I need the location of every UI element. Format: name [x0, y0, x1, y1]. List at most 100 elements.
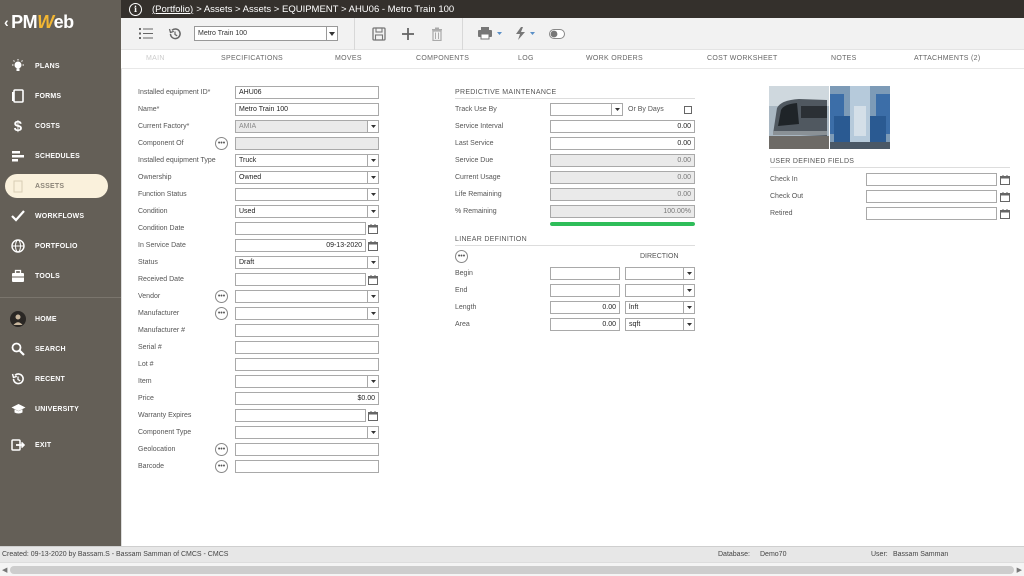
- nav-home[interactable]: HOME: [0, 304, 121, 334]
- nav-tools[interactable]: TOOLS: [0, 261, 121, 291]
- vendor-lookup-button[interactable]: •••: [215, 290, 228, 303]
- record-select[interactable]: Metro Train 100: [194, 26, 338, 41]
- section-divider: [770, 167, 1010, 168]
- manufacturer-no-field[interactable]: [235, 324, 379, 337]
- warranty-expires-field[interactable]: [235, 409, 366, 422]
- history-icon[interactable]: [165, 24, 185, 44]
- breadcrumb-portfolio-link[interactable]: (Portfolio): [152, 4, 193, 15]
- nav-search[interactable]: SEARCH: [0, 334, 121, 364]
- installed-id-field[interactable]: AHU06: [235, 86, 379, 99]
- nav-forms[interactable]: FORMS: [0, 81, 121, 111]
- condition-select[interactable]: Used: [235, 205, 379, 218]
- chevron-down-icon: [367, 376, 378, 387]
- toggle-icon[interactable]: [547, 24, 567, 44]
- received-date-field[interactable]: [235, 273, 366, 286]
- scrollbar-thumb[interactable]: [10, 566, 1014, 574]
- attachment-thumbnail-train-exterior[interactable]: [769, 86, 829, 149]
- component-of-field[interactable]: [235, 137, 379, 150]
- name-field[interactable]: Metro Train 100: [235, 103, 379, 116]
- barcode-field[interactable]: [235, 460, 379, 473]
- tab-moves[interactable]: MOVES: [335, 55, 362, 62]
- equipment-type-select[interactable]: Truck: [235, 154, 379, 167]
- user-label: User:: [871, 551, 888, 558]
- begin-field[interactable]: [550, 267, 620, 280]
- component-of-lookup-button[interactable]: •••: [215, 137, 228, 150]
- track-use-by-label: Track Use By: [455, 106, 497, 113]
- vendor-select[interactable]: [235, 290, 379, 303]
- collapse-chevron-icon[interactable]: ‹: [4, 14, 9, 30]
- ownership-select[interactable]: Owned: [235, 171, 379, 184]
- length-unit-select[interactable]: lnft: [625, 301, 695, 314]
- linear-definition-options-button[interactable]: •••: [455, 250, 468, 263]
- calendar-icon[interactable]: [368, 224, 378, 234]
- attachment-thumbnail-train-interior[interactable]: [830, 86, 890, 149]
- end-direction-select[interactable]: [625, 284, 695, 297]
- tab-components[interactable]: COMPONENTS: [416, 55, 469, 62]
- save-icon[interactable]: [369, 24, 389, 44]
- serial-no-field[interactable]: [235, 341, 379, 354]
- check-out-field[interactable]: [866, 190, 997, 203]
- geolocation-field[interactable]: [235, 443, 379, 456]
- status-select[interactable]: Draft: [235, 256, 379, 269]
- info-icon[interactable]: i: [129, 2, 142, 16]
- tab-log[interactable]: LOG: [518, 55, 534, 62]
- component-type-label: Component Type: [138, 429, 192, 436]
- manufacturer-select[interactable]: [235, 307, 379, 320]
- nav-workflows[interactable]: WORKFLOWS: [0, 201, 121, 231]
- area-field[interactable]: 0.00: [550, 318, 620, 331]
- ownership-value: Owned: [239, 174, 262, 181]
- calendar-icon[interactable]: [368, 241, 378, 251]
- or-by-days-checkbox[interactable]: [684, 106, 692, 114]
- app-logo[interactable]: ‹ PM Web: [0, 0, 121, 44]
- tab-notes[interactable]: NOTES: [831, 55, 857, 62]
- geolocation-lookup-button[interactable]: •••: [215, 443, 228, 456]
- length-field[interactable]: 0.00: [550, 301, 620, 314]
- area-unit-select[interactable]: sqft: [625, 318, 695, 331]
- delete-icon[interactable]: [427, 24, 447, 44]
- begin-direction-select[interactable]: [625, 267, 695, 280]
- tab-specifications[interactable]: SPECIFICATIONS: [221, 55, 283, 62]
- component-type-select[interactable]: [235, 426, 379, 439]
- list-view-icon[interactable]: [136, 24, 156, 44]
- retired-field[interactable]: [866, 207, 997, 220]
- scroll-right-icon[interactable]: ▶: [1017, 566, 1022, 574]
- tab-main[interactable]: MAIN: [146, 55, 165, 62]
- add-icon[interactable]: [398, 24, 418, 44]
- nav-portfolio[interactable]: PORTFOLIO: [0, 231, 121, 261]
- tab-cost-worksheet[interactable]: COST WORKSHEET: [707, 55, 778, 62]
- nav-plans[interactable]: PLANS: [0, 51, 121, 81]
- lightning-icon[interactable]: [514, 24, 538, 44]
- in-service-date-field[interactable]: 09-13-2020: [235, 239, 366, 252]
- tab-work-orders[interactable]: WORK ORDERS: [586, 55, 643, 62]
- price-field[interactable]: $0.00: [235, 392, 379, 405]
- chevron-down-icon: [367, 189, 378, 200]
- function-status-select[interactable]: [235, 188, 379, 201]
- last-service-field[interactable]: 0.00: [550, 137, 695, 150]
- check-in-field[interactable]: [866, 173, 997, 186]
- scroll-left-icon[interactable]: ◀: [2, 566, 7, 574]
- track-use-by-select[interactable]: [550, 103, 623, 116]
- service-interval-field[interactable]: 0.00: [550, 120, 695, 133]
- nav-assets[interactable]: ASSETS: [5, 174, 108, 198]
- nav-exit[interactable]: EXIT: [0, 430, 121, 460]
- end-field[interactable]: [550, 284, 620, 297]
- condition-date-field[interactable]: [235, 222, 366, 235]
- calendar-icon[interactable]: [368, 275, 378, 285]
- nav-university[interactable]: UNIVERSITY: [0, 394, 121, 424]
- current-factory-select[interactable]: AMIA: [235, 120, 379, 133]
- lot-no-field[interactable]: [235, 358, 379, 371]
- calendar-icon[interactable]: [1000, 209, 1010, 219]
- horizontal-scrollbar[interactable]: ◀ ▶: [0, 562, 1024, 576]
- nav-recent[interactable]: RECENT: [0, 364, 121, 394]
- barcode-lookup-button[interactable]: •••: [215, 460, 228, 473]
- calendar-icon[interactable]: [368, 411, 378, 421]
- nav-costs[interactable]: $ COSTS: [0, 111, 121, 141]
- calendar-icon[interactable]: [1000, 175, 1010, 185]
- calendar-icon[interactable]: [1000, 192, 1010, 202]
- nav-schedules[interactable]: SCHEDULES: [0, 141, 121, 171]
- print-icon[interactable]: [477, 24, 505, 44]
- manufacturer-lookup-button[interactable]: •••: [215, 307, 228, 320]
- item-select[interactable]: [235, 375, 379, 388]
- tab-attachments[interactable]: ATTACHMENTS (2): [914, 55, 980, 62]
- item-label: Item: [138, 378, 152, 385]
